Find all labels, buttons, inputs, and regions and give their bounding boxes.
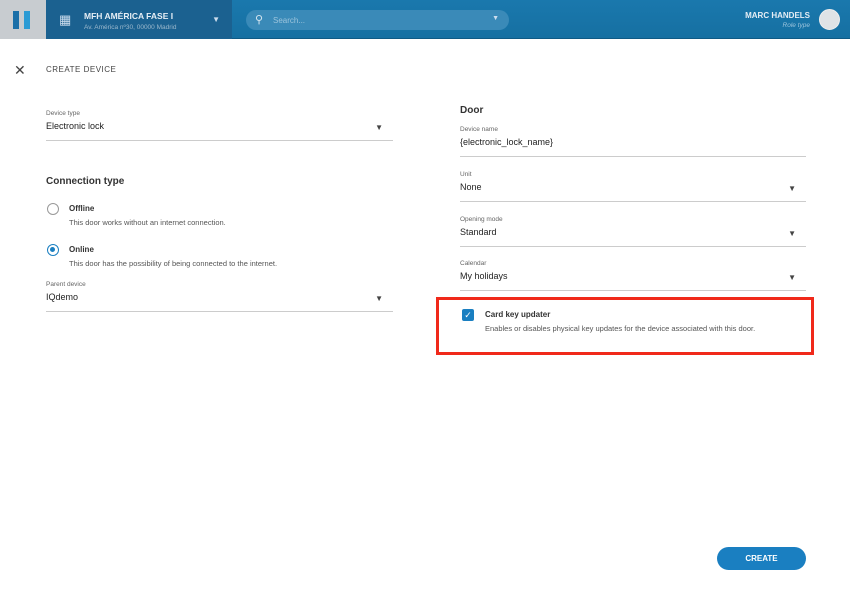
option-title: Offline (69, 204, 95, 213)
site-selector[interactable]: ▦ MFH AMÉRICA FASE I Av. América nº30, 0… (46, 0, 232, 39)
card-key-desc: Enables or disables physical key updates… (485, 324, 756, 333)
parent-device-select[interactable]: Parent device IQdemo ▼ (46, 281, 393, 312)
top-bar: ▦ MFH AMÉRICA FASE I Av. América nº30, 0… (0, 0, 850, 39)
connection-type-heading: Connection type (46, 176, 125, 187)
field-label: Opening mode (460, 216, 503, 223)
field-label: Unit (460, 171, 472, 178)
field-label: Device type (46, 110, 80, 117)
field-label: Parent device (46, 281, 86, 288)
unit-select[interactable]: Unit None ▼ (460, 171, 806, 202)
field-value: My holidays (460, 271, 508, 281)
radio-offline[interactable] (47, 203, 59, 215)
field-value: IQdemo (46, 292, 79, 302)
avatar[interactable] (819, 9, 840, 30)
chevron-down-icon: ▼ (375, 294, 383, 303)
device-type-select[interactable]: Device type Electronic lock ▼ (46, 110, 393, 141)
opening-mode-select[interactable]: Opening mode Standard ▼ (460, 216, 806, 247)
card-key-title: Card key updater (485, 310, 551, 319)
search-bar[interactable]: ⚲ ▼ (246, 10, 509, 30)
user-info[interactable]: MARC HANDELS Role type (745, 11, 810, 29)
check-icon: ✓ (464, 310, 472, 320)
create-button[interactable]: CREATE (717, 547, 806, 570)
chevron-down-icon: ▼ (788, 273, 796, 282)
option-desc: This door has the possibility of being c… (69, 259, 278, 268)
chevron-down-icon: ▼ (375, 123, 383, 132)
site-address: Av. América nº30, 00000 Madrid (84, 24, 177, 31)
card-key-updater-checkbox[interactable]: ✓ (462, 309, 474, 321)
page-title: CREATE DEVICE (46, 65, 117, 74)
door-heading: Door (460, 105, 484, 116)
field-value: {electronic_lock_name} (460, 137, 554, 147)
chevron-down-icon: ▼ (212, 15, 220, 24)
search-icon: ⚲ (255, 14, 264, 26)
site-name: MFH AMÉRICA FASE I (84, 11, 174, 21)
field-value: None (460, 182, 482, 192)
chevron-down-icon: ▼ (788, 229, 796, 238)
radio-online[interactable] (47, 244, 59, 256)
chevron-down-icon[interactable]: ▼ (492, 15, 499, 22)
chevron-down-icon: ▼ (788, 184, 796, 193)
building-icon: ▦ (59, 12, 72, 27)
calendar-select[interactable]: Calendar My holidays ▼ (460, 260, 806, 291)
field-label: Calendar (460, 260, 487, 267)
close-icon[interactable]: ✕ (14, 62, 26, 79)
user-role: Role type (782, 22, 810, 29)
app-logo[interactable] (0, 0, 46, 39)
field-value: Standard (460, 227, 497, 237)
option-desc: This door works without an internet conn… (69, 218, 226, 227)
option-title: Online (69, 245, 94, 254)
device-name-input[interactable]: Device name {electronic_lock_name} (460, 126, 806, 157)
search-input[interactable] (273, 13, 473, 27)
field-value: Electronic lock (46, 121, 105, 131)
field-label: Device name (460, 126, 498, 133)
user-name: MARC HANDELS (745, 11, 810, 20)
